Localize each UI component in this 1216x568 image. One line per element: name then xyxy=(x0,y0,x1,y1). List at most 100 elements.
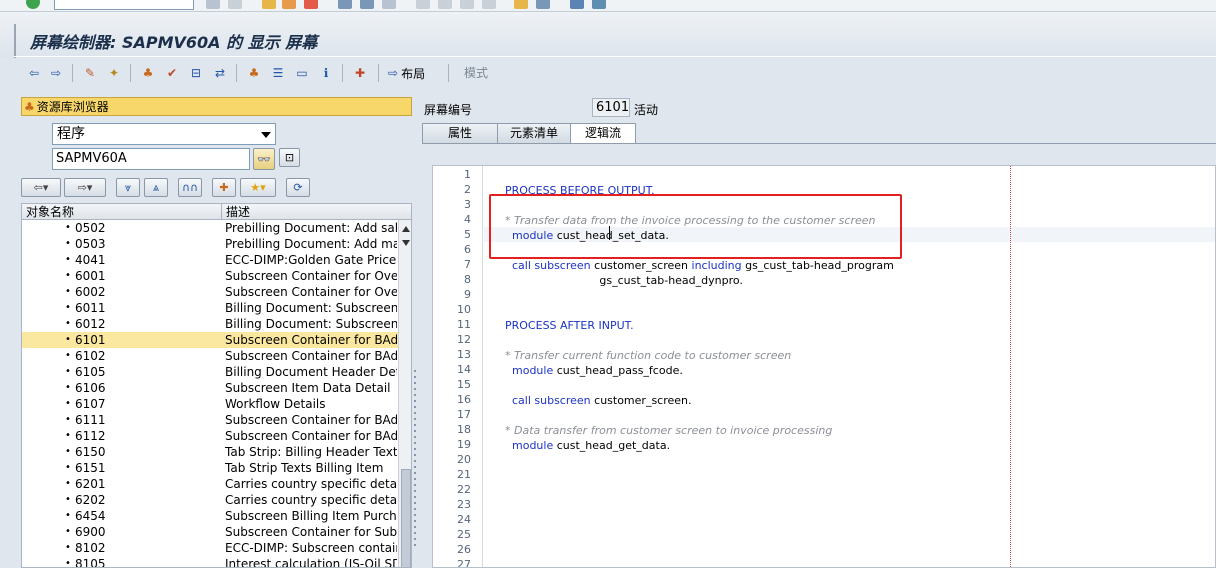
object-description-cell[interactable]: Billing Document: Subscreen, G xyxy=(225,300,397,316)
code-line[interactable]: * Data transfer from customer screen to … xyxy=(505,423,832,438)
previous-object-button[interactable]: ⇦▾ xyxy=(21,178,61,197)
next-page-icon[interactable] xyxy=(460,0,474,9)
object-description-cell[interactable]: Billing Document: Subscreen, G xyxy=(225,316,397,332)
table-row[interactable]: • 6202 Carries country specific detail sc xyxy=(22,492,398,508)
object-description-cell[interactable]: Subscreen Container for Subscr xyxy=(225,524,397,540)
code-line[interactable]: module cust_head_pass_fcode. xyxy=(505,363,683,378)
table-row[interactable]: • 6106 Subscreen Item Data Detail xyxy=(22,380,398,396)
table-row[interactable]: • 6454 Subscreen Billing Item Purchasir xyxy=(22,508,398,524)
help-icon[interactable] xyxy=(570,0,584,9)
find-icon[interactable] xyxy=(360,0,374,9)
navigate-icon[interactable]: ⇄ xyxy=(212,65,228,81)
code-line[interactable]: call subscreen customer_screen including… xyxy=(505,258,894,273)
favorites-button[interactable]: ★▾ xyxy=(240,178,276,197)
back-icon[interactable] xyxy=(206,0,220,9)
next-object-button[interactable]: ⇨▾ xyxy=(64,178,106,197)
forward-arrow-icon[interactable]: ⇨ xyxy=(48,65,64,81)
object-description-cell[interactable]: Subscreen Container for Overvi xyxy=(225,268,397,284)
check-icon[interactable]: ✔ xyxy=(164,65,180,81)
activate-icon[interactable]: ✦ xyxy=(106,65,122,81)
object-description-cell[interactable]: Tab Strip Texts Billing Item xyxy=(225,460,397,476)
column-header-description[interactable]: 描述 xyxy=(222,204,398,220)
table-row[interactable]: • 6102 Subscreen Container for BAdI L xyxy=(22,348,398,364)
scroll-thumb[interactable] xyxy=(401,469,411,567)
table-row[interactable]: • 6151 Tab Strip Texts Billing Item xyxy=(22,460,398,476)
tab-attributes[interactable]: 属性 xyxy=(422,123,498,143)
table-row[interactable]: • 6001 Subscreen Container for Overvi xyxy=(22,268,398,284)
cancel-icon[interactable] xyxy=(304,0,318,9)
find-button[interactable]: ∩∩ xyxy=(178,178,202,197)
object-description-cell[interactable]: Interest calculation (IS-Oil SDP xyxy=(225,556,397,567)
vertical-scrollbar[interactable] xyxy=(398,220,411,567)
table-row[interactable]: • 6011 Billing Document: Subscreen, G xyxy=(22,300,398,316)
window-icon[interactable]: ▭ xyxy=(294,65,310,81)
enter-icon[interactable] xyxy=(26,0,40,9)
back-arrow-icon[interactable]: ⇦ xyxy=(26,65,42,81)
layout-settings-icon[interactable] xyxy=(592,0,606,9)
code-line[interactable]: PROCESS AFTER INPUT. xyxy=(505,318,634,333)
object-description-cell[interactable]: Carries country specific detail sc xyxy=(225,492,397,508)
table-row[interactable]: • 6105 Billing Document Header Detail xyxy=(22,364,398,380)
table-row[interactable]: • 0502 Prebilling Document: Add sales xyxy=(22,220,398,236)
tab-element-list[interactable]: 元素清单 xyxy=(497,123,571,143)
object-name-input[interactable]: SAPMV60A xyxy=(52,148,250,170)
object-description-cell[interactable]: Subscreen Billing Item Purchasir xyxy=(225,508,397,524)
back-green-icon[interactable] xyxy=(262,0,276,9)
tab-flow-logic[interactable]: 逻辑流 xyxy=(570,123,636,144)
object-selection-button[interactable]: ⊡ xyxy=(279,148,300,167)
code-line[interactable]: call subscreen customer_screen. xyxy=(505,393,692,408)
expand-button[interactable]: ⩔ xyxy=(116,178,140,197)
table-row[interactable]: • 6107 Workflow Details xyxy=(22,396,398,412)
create-button[interactable]: ✚ xyxy=(212,178,236,197)
object-description-cell[interactable]: ECC-DIMP: Subscreen container xyxy=(225,540,397,556)
object-description-cell[interactable]: ECC-DIMP:Golden Gate Price Pr xyxy=(225,252,397,268)
table-row[interactable]: • 6900 Subscreen Container for Subscr xyxy=(22,524,398,540)
align-icon[interactable]: ☰ xyxy=(270,65,286,81)
table-row[interactable]: • 8102 ECC-DIMP: Subscreen container xyxy=(22,540,398,556)
table-row[interactable]: • 6201 Carries country specific detail sc xyxy=(22,476,398,492)
collapse-button[interactable]: ⩓ xyxy=(144,178,168,197)
scroll-down-icon[interactable] xyxy=(402,240,410,246)
table-row[interactable]: • 8105 Interest calculation (IS-Oil SDP xyxy=(22,556,398,567)
code-line[interactable]: gs_cust_tab-head_dynpro. xyxy=(505,273,743,288)
refresh-button[interactable]: ⟳ xyxy=(286,178,310,197)
shortcut-icon[interactable] xyxy=(536,0,550,9)
first-page-icon[interactable] xyxy=(416,0,430,9)
command-field[interactable] xyxy=(54,0,194,10)
hierarchy-icon[interactable]: ♣ xyxy=(140,65,156,81)
table-row[interactable]: • 6150 Tab Strip: Billing Header Texts xyxy=(22,444,398,460)
code-line[interactable]: * Transfer current function code to cust… xyxy=(505,348,791,363)
display-button[interactable]: 👓 xyxy=(253,148,275,170)
table-row[interactable]: • 6002 Subscreen Container for Overvi xyxy=(22,284,398,300)
table-row[interactable]: • 6111 Subscreen Container for BAdI L xyxy=(22,412,398,428)
object-description-cell[interactable]: Subscreen Item Data Detail xyxy=(225,380,397,396)
element-list-icon[interactable]: ♣ xyxy=(246,65,262,81)
scroll-up-icon[interactable] xyxy=(402,226,410,232)
previous-page-icon[interactable] xyxy=(438,0,452,9)
info-icon[interactable]: ℹ xyxy=(318,65,334,81)
object-description-cell[interactable]: Subscreen Container for BAdI L xyxy=(225,348,397,364)
repository-browser-header[interactable]: ♣ 资源库浏览器 xyxy=(21,97,412,116)
code-line[interactable]: module cust_head_get_data. xyxy=(505,438,670,453)
column-header-object-name[interactable]: 对象名称 xyxy=(22,204,222,220)
exit-icon[interactable] xyxy=(282,0,296,9)
table-row[interactable]: • 6012 Billing Document: Subscreen, G xyxy=(22,316,398,332)
object-description-cell[interactable]: Prebilling Document: Add manu xyxy=(225,236,397,252)
object-description-cell[interactable]: Billing Document Header Detail xyxy=(225,364,397,380)
display-change-icon[interactable]: ✎ xyxy=(82,65,98,81)
last-page-icon[interactable] xyxy=(482,0,496,9)
test-icon[interactable]: ✚ xyxy=(352,65,368,81)
object-description-cell[interactable]: Workflow Details xyxy=(225,396,397,412)
table-row[interactable]: • 6101 Subscreen Container for BAdI L xyxy=(22,332,398,348)
object-type-select[interactable]: 程序 xyxy=(52,123,276,145)
create-session-icon[interactable] xyxy=(514,0,528,9)
object-description-cell[interactable]: Carries country specific detail sc xyxy=(225,476,397,492)
table-row[interactable]: • 0503 Prebilling Document: Add manu xyxy=(22,236,398,252)
layout-button[interactable]: ⇨ 布局 xyxy=(388,64,425,82)
object-description-cell[interactable]: Subscreen Container for BAdI L xyxy=(225,412,397,428)
save-icon[interactable] xyxy=(228,0,242,9)
where-used-icon[interactable]: ⊟ xyxy=(188,65,204,81)
object-description-cell[interactable]: Subscreen Container for BAdI L xyxy=(225,428,397,444)
object-description-cell[interactable]: Subscreen Container for BAdI L xyxy=(225,332,397,348)
table-row[interactable]: • 6112 Subscreen Container for BAdI L xyxy=(22,428,398,444)
